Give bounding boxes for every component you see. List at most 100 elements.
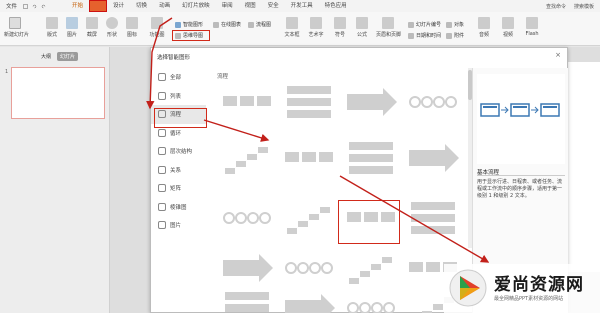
menu-tab-1[interactable] xyxy=(89,0,108,12)
menu-tab-4[interactable]: 动画 xyxy=(153,0,176,12)
hierarchy-icon xyxy=(158,147,166,156)
menu-tab-5[interactable]: 幻灯片放映 xyxy=(176,0,216,12)
menu-tab-3[interactable]: 切换 xyxy=(130,0,153,12)
menu-tab-7[interactable]: 视图 xyxy=(239,0,262,12)
paperclip-icon xyxy=(446,32,452,39)
menu-tab-10[interactable]: 特色应用 xyxy=(319,0,353,12)
shape-button[interactable]: 形状 xyxy=(104,17,120,38)
formula-button[interactable]: 公式 xyxy=(354,17,370,38)
watermark-subtitle: 最全网精品PPT素材资源的网站 xyxy=(494,296,564,302)
calendar-icon xyxy=(408,32,414,39)
icon-button[interactable]: 图标 xyxy=(124,17,140,38)
online-chart-button[interactable]: 在线图表 xyxy=(213,21,241,28)
menu-tab-9[interactable]: 开发工具 xyxy=(285,0,319,12)
redo-icon[interactable] xyxy=(41,4,46,9)
object-button[interactable]: 对象 xyxy=(446,21,464,28)
template-thumbnail[interactable] xyxy=(349,142,393,174)
new-slide-icon xyxy=(9,17,21,29)
picture-icon xyxy=(158,221,166,230)
menu-tab-6[interactable]: 审阅 xyxy=(216,0,239,12)
new-slide-button[interactable]: 新建幻灯片 xyxy=(4,17,29,38)
category-list: 全部 列表 流程 循环 层次结构 关系 矩阵 棱锥图 图片 xyxy=(151,68,206,235)
object-icon xyxy=(446,21,452,28)
menu-tab-8[interactable]: 安全 xyxy=(262,0,285,12)
shape-icon xyxy=(106,17,118,29)
template-thumbnail[interactable] xyxy=(223,96,271,106)
slide-thumbnail[interactable] xyxy=(11,67,105,119)
menu-tab-2[interactable]: 设计 xyxy=(107,0,130,12)
category-0[interactable]: 全部 xyxy=(151,68,206,87)
template-thumbnail[interactable] xyxy=(409,144,459,172)
slides-tab[interactable]: 幻灯片 xyxy=(57,52,79,61)
template-thumbnail[interactable] xyxy=(285,152,333,162)
attachment-button[interactable]: 附件 xyxy=(446,32,464,39)
smart-art-icon xyxy=(175,21,181,28)
menu-bar: 文件 开始 设计 切换 动画 幻灯片放映 审阅 视图 安全 开发工具 特色应用 查找命令 搜索模板 xyxy=(0,0,600,12)
category-5[interactable]: 关系 xyxy=(151,161,206,180)
category-label: 图片 xyxy=(170,223,182,230)
datetime-button[interactable]: 日期和时间 xyxy=(408,32,441,39)
slide-number-icon xyxy=(408,21,414,28)
category-label: 列表 xyxy=(170,93,182,100)
preview-divider xyxy=(477,175,565,176)
template-thumbnail[interactable] xyxy=(347,88,397,116)
template-thumbnail[interactable] xyxy=(285,262,333,274)
template-thumbnails xyxy=(223,86,459,313)
search-command[interactable]: 查找命令 xyxy=(546,3,566,10)
template-highlight-box xyxy=(338,200,400,244)
template-thumbnail[interactable] xyxy=(287,207,330,234)
template-thumbnail[interactable] xyxy=(349,257,392,284)
preview-description: 用于显示行进、日程表、或者任务、流程或工作流中的顺序步骤，适用于第一级别 1 和… xyxy=(477,179,563,199)
undo-icon[interactable] xyxy=(32,4,37,9)
textbox-button[interactable]: 文本框 xyxy=(284,17,300,38)
template-thumbnail[interactable] xyxy=(223,212,271,224)
layout-button[interactable]: 版式 xyxy=(44,17,60,38)
close-icon[interactable]: × xyxy=(555,51,561,59)
menu-tab-0[interactable]: 开始 xyxy=(66,0,89,12)
category-highlight-box xyxy=(154,108,207,128)
template-thumbnail[interactable] xyxy=(225,292,269,313)
template-thumbnail[interactable] xyxy=(223,254,273,282)
template-thumbnail[interactable] xyxy=(287,86,331,118)
category-label: 层次结构 xyxy=(170,149,193,156)
template-thumbnail[interactable] xyxy=(409,96,457,108)
layout-icon xyxy=(46,17,58,29)
flash-icon xyxy=(526,17,538,29)
function-chart-button[interactable]: 功能图 xyxy=(146,17,168,38)
header-footer-icon xyxy=(382,17,394,29)
icons-icon xyxy=(126,17,138,29)
file-menu[interactable]: 文件 xyxy=(2,2,21,10)
save-icon[interactable] xyxy=(23,3,28,9)
video-button[interactable]: 视频 xyxy=(500,17,516,38)
smart-art-button[interactable]: 智能图形 xyxy=(175,21,203,28)
pyramid-icon xyxy=(158,202,166,211)
outline-tab[interactable]: 大纲 xyxy=(38,52,54,61)
image-button[interactable]: 图片 xyxy=(64,17,80,38)
header-footer-button[interactable]: 页眉和页脚 xyxy=(376,17,401,38)
dialog-title: 选择智能图形 xyxy=(157,55,191,61)
screenshot-button[interactable]: 截屏 xyxy=(84,17,100,38)
template-thumbnail[interactable] xyxy=(411,202,455,234)
pi-icon xyxy=(356,17,368,29)
template-thumbnail[interactable] xyxy=(347,302,395,313)
audio-icon xyxy=(478,17,490,29)
slide-number-button[interactable]: 幻灯片编号 xyxy=(408,21,441,28)
category-7[interactable]: 棱锥图 xyxy=(151,198,206,217)
category-1[interactable]: 列表 xyxy=(151,87,206,106)
art-text-icon xyxy=(310,17,322,29)
category-6[interactable]: 矩阵 xyxy=(151,179,206,198)
process-chart-button[interactable]: 流程图 xyxy=(248,21,271,28)
relationship-icon xyxy=(158,165,166,174)
category-4[interactable]: 层次结构 xyxy=(151,142,206,161)
template-thumbnail[interactable] xyxy=(285,294,335,313)
flash-button[interactable]: Flash xyxy=(524,17,540,37)
scissors-icon xyxy=(86,17,98,29)
category-8[interactable]: 图片 xyxy=(151,216,206,235)
audio-button[interactable]: 音频 xyxy=(476,17,492,38)
image-icon xyxy=(66,17,78,29)
symbol-button[interactable]: 符号 xyxy=(332,17,348,38)
search-template[interactable]: 搜索模板 xyxy=(574,3,594,10)
category-label: 棱锥图 xyxy=(170,204,187,211)
template-thumbnail[interactable] xyxy=(225,147,268,174)
art-text-button[interactable]: 艺术字 xyxy=(308,17,324,38)
